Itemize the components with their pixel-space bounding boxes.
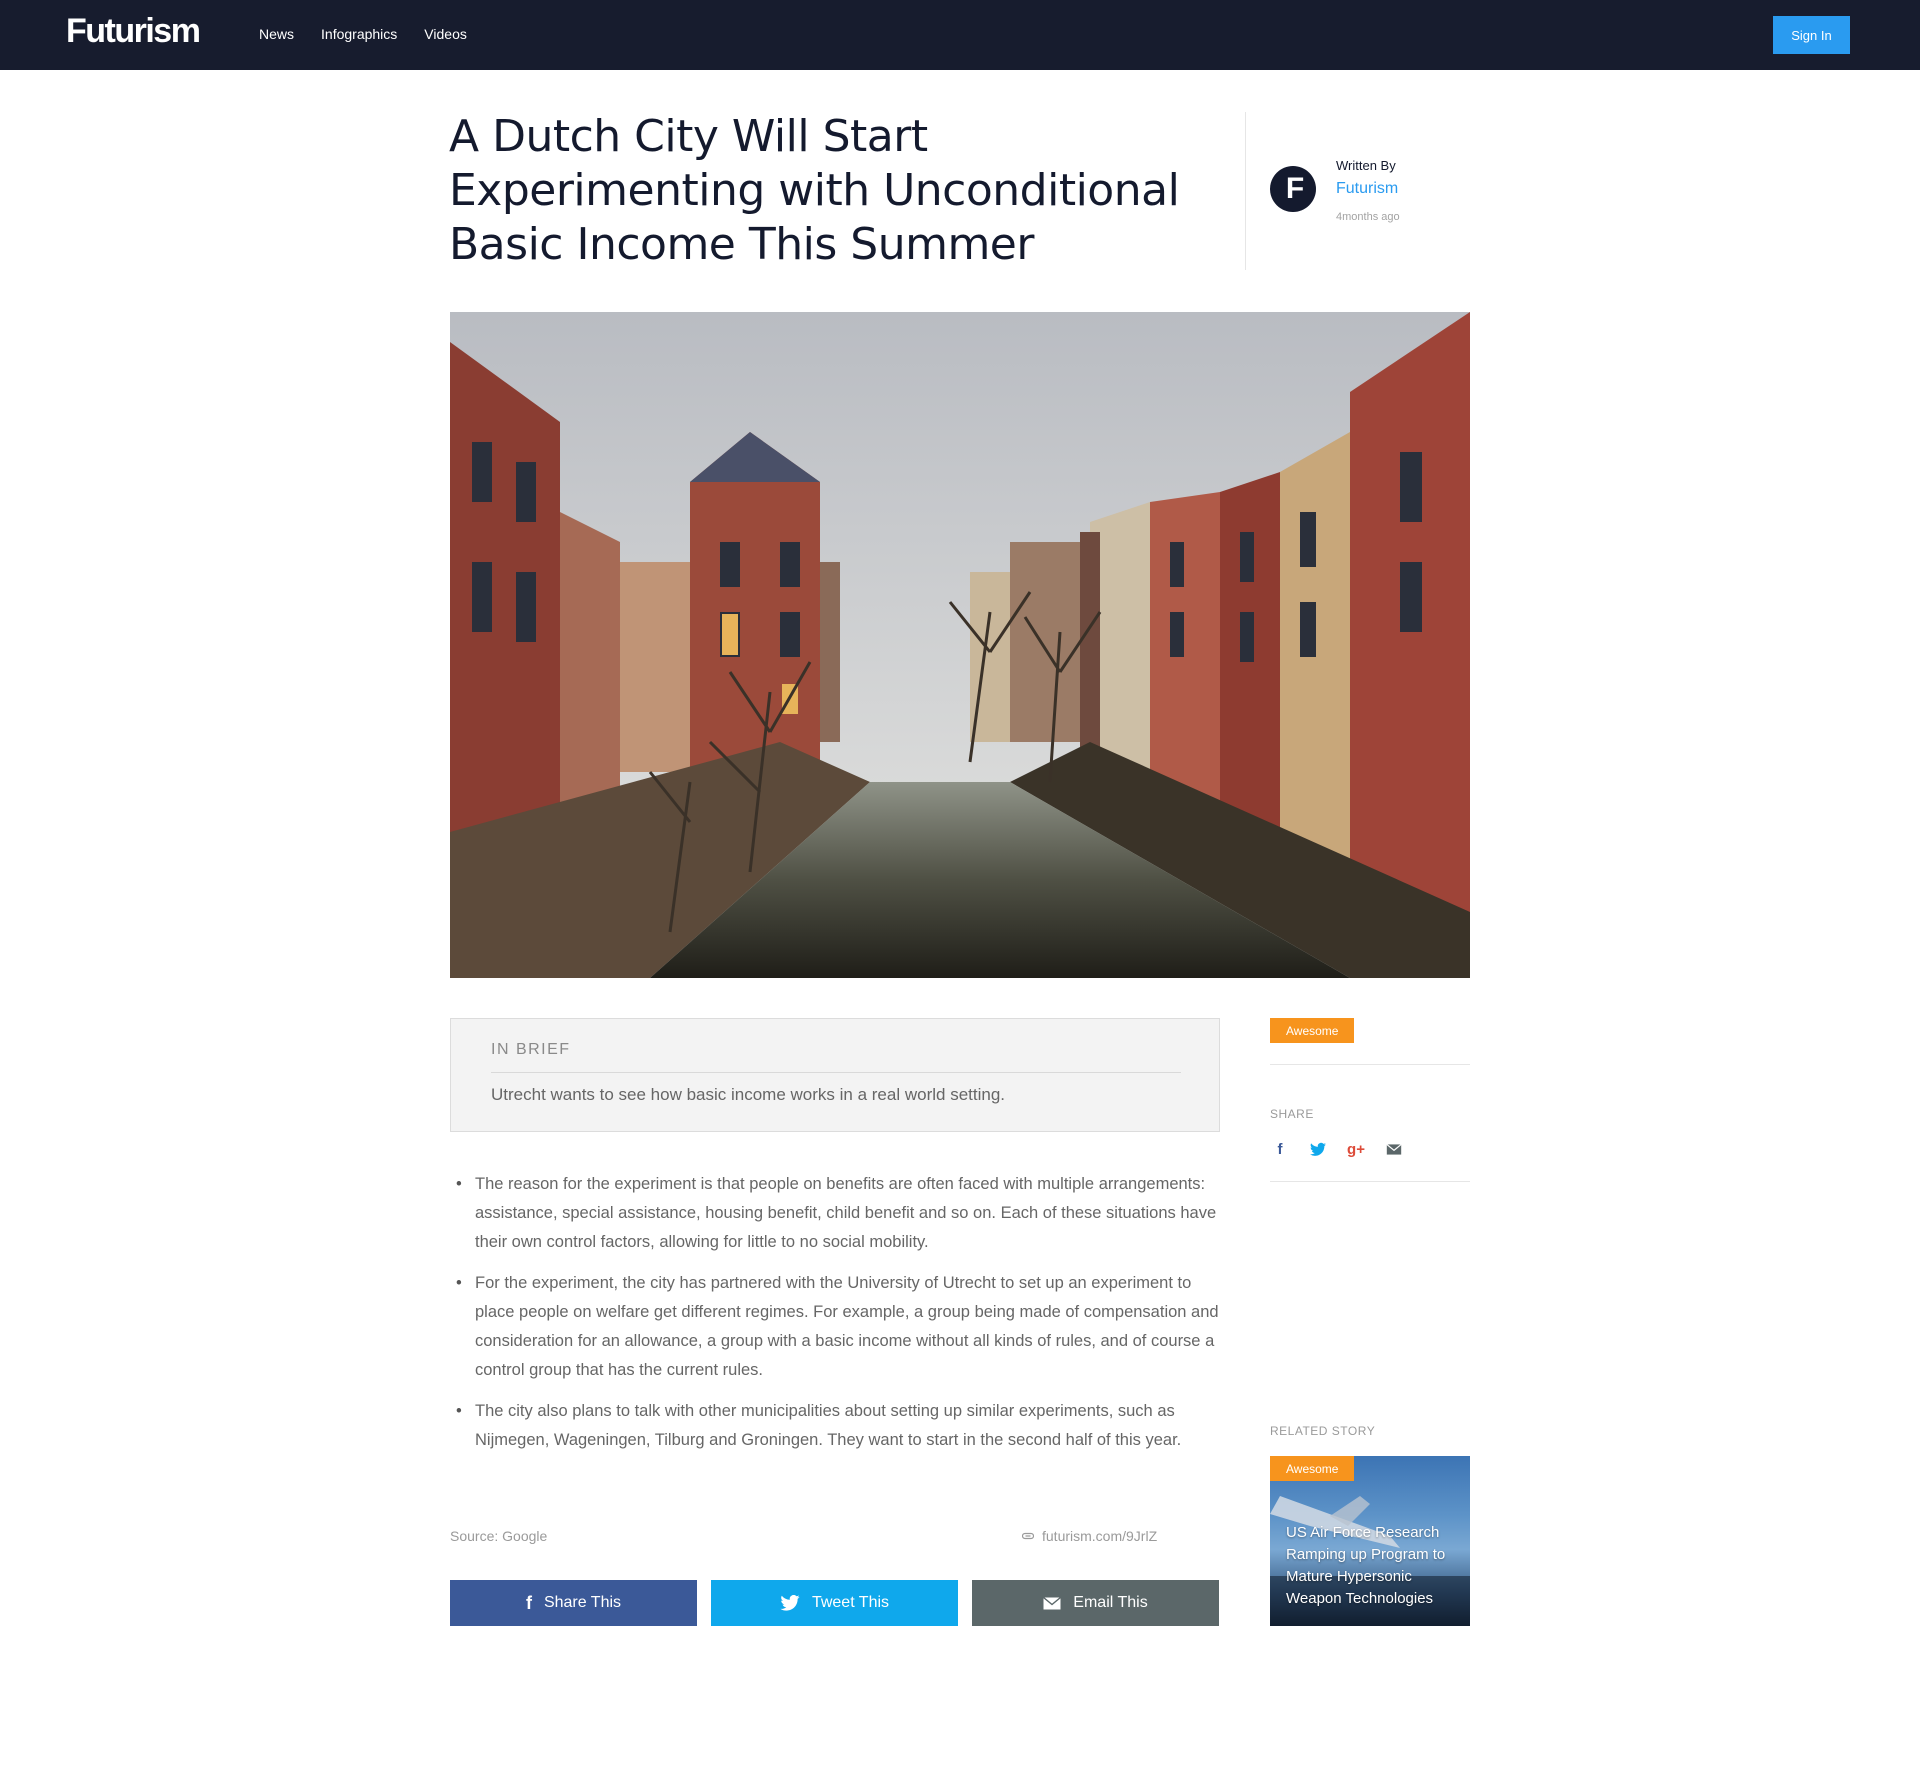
- author-link[interactable]: Futurism: [1336, 180, 1398, 198]
- source-credit: Source: Google: [450, 1528, 548, 1544]
- twitter-icon: [780, 1595, 800, 1611]
- nav-item-videos[interactable]: Videos: [424, 26, 467, 42]
- top-navigation-bar: Futurism News Infographics Videos Sign I…: [0, 0, 1920, 70]
- published-time: 4months ago: [1336, 211, 1400, 223]
- nav-item-infographics[interactable]: Infographics: [321, 26, 397, 42]
- share-facebook-button[interactable]: f Share This: [450, 1580, 697, 1626]
- tweet-button[interactable]: Tweet This: [711, 1580, 958, 1626]
- share-facebook-label: Share This: [543, 1594, 622, 1611]
- header-divider: [1245, 112, 1246, 270]
- short-link[interactable]: futurism.com/9JrlZ: [1022, 1528, 1157, 1544]
- mail-icon[interactable]: [1386, 1140, 1402, 1158]
- in-brief-box: IN BRIEF Utrecht wants to see how basic …: [450, 1018, 1220, 1132]
- email-label: Email This: [1073, 1594, 1148, 1611]
- facebook-icon[interactable]: f: [1272, 1140, 1288, 1158]
- sign-in-button[interactable]: Sign In: [1773, 16, 1850, 54]
- sidebar-share-icons: f g+: [1272, 1140, 1402, 1158]
- facebook-icon: f: [525, 1592, 532, 1613]
- canal-photo: [450, 312, 1470, 978]
- list-item: For the experiment, the city has partner…: [450, 1269, 1220, 1385]
- mail-icon: [1043, 1596, 1062, 1609]
- category-tag[interactable]: Awesome: [1270, 1018, 1355, 1043]
- avatar-letter: F: [1285, 172, 1305, 205]
- in-brief-text: Utrecht wants to see how basic income wo…: [491, 1085, 1006, 1104]
- author-avatar[interactable]: F: [1270, 166, 1316, 212]
- related-story-title: US Air Force Research Ramping up Program…: [1286, 1524, 1446, 1607]
- link-icon: [1022, 1532, 1034, 1540]
- related-story-tag: Awesome: [1270, 1456, 1355, 1481]
- list-item: The reason for the experiment is that pe…: [450, 1170, 1220, 1257]
- article-bullet-list: The reason for the experiment is that pe…: [450, 1170, 1220, 1467]
- related-story-card[interactable]: Awesome US Air Force Research Ramping up…: [1270, 1456, 1470, 1626]
- sidebar-divider: [1270, 1181, 1470, 1182]
- article-title: A Dutch City Will Start Experimenting wi…: [449, 111, 1180, 270]
- share-label: SHARE: [1270, 1107, 1314, 1121]
- in-brief-divider: [491, 1072, 1181, 1073]
- related-story-label: RELATED STORY: [1270, 1424, 1376, 1438]
- futurism-logo[interactable]: Futurism: [66, 12, 201, 51]
- list-item: The city also plans to talk with other m…: [450, 1397, 1220, 1455]
- hero-image: [450, 312, 1470, 978]
- nav-item-news[interactable]: News: [259, 26, 294, 42]
- written-by-label: Written By: [1336, 158, 1396, 173]
- tweet-label: Tweet This: [811, 1594, 890, 1611]
- sidebar-divider: [1270, 1064, 1470, 1065]
- short-link-text: futurism.com/9JrlZ: [1042, 1528, 1158, 1544]
- email-button[interactable]: Email This: [972, 1580, 1219, 1626]
- twitter-icon[interactable]: [1310, 1140, 1326, 1158]
- main-nav: News Infographics Videos: [259, 26, 467, 42]
- in-brief-heading: IN BRIEF: [491, 1041, 571, 1058]
- google-plus-icon[interactable]: g+: [1347, 1140, 1365, 1158]
